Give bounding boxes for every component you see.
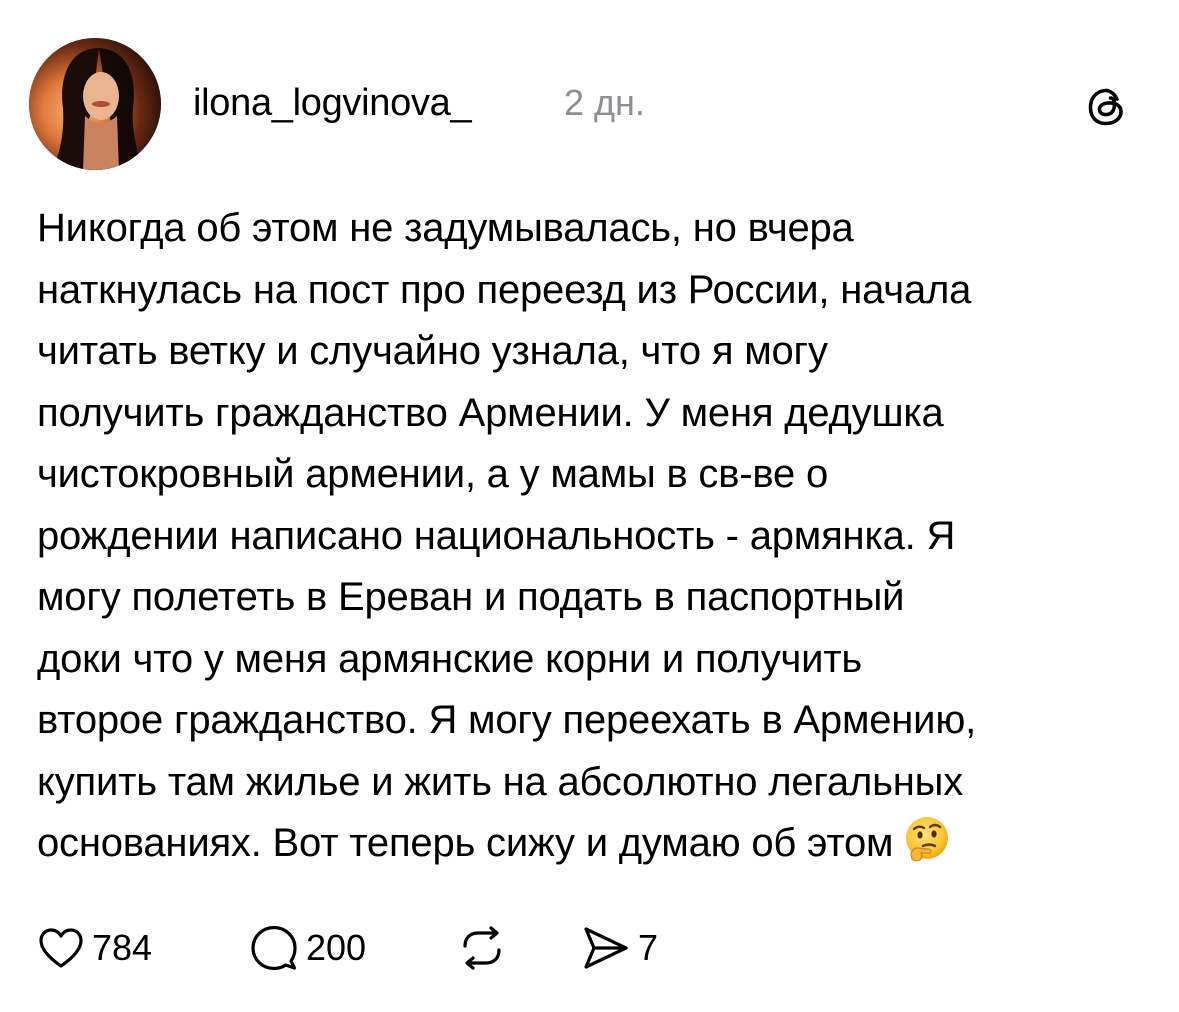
avatar[interactable] [29, 38, 161, 170]
speech-bubble-icon [251, 925, 297, 971]
post-text-line: Никогда об этом не задумывалась, но вчер… [37, 206, 854, 250]
threads-logo-icon[interactable] [1085, 85, 1129, 129]
post-text-line: второе гражданство. Я могу переехать в А… [37, 698, 977, 742]
reply-button[interactable]: 200 [250, 918, 366, 978]
post-text-line-last: основаниях. Вот теперь сижу и думаю об э… [37, 813, 1147, 875]
post-body: Никогда об этом не задумывалась, но вчер… [37, 198, 1147, 875]
post-text-line: чистокровный армении, а у мамы в св-ве о [37, 452, 829, 496]
post-text-line: рождении написано национальность - армян… [37, 513, 956, 558]
share-button[interactable]: 7 [582, 918, 658, 978]
post-text-line: основаниях. Вот теперь сижу и думаю об э… [37, 821, 894, 865]
repost-icon [463, 926, 501, 970]
threads-post: ilona_logvinova_ 2 дн. Никогда об этом н… [0, 0, 1179, 1012]
post-text-line: купить там жилье и жить на абсолютно лег… [37, 759, 963, 804]
send-icon [584, 927, 628, 969]
like-button[interactable]: 784 [38, 918, 152, 978]
reply-count: 200 [306, 927, 367, 968]
like-count: 784 [92, 927, 153, 968]
share-count: 7 [638, 927, 659, 968]
post-time: 2 дн. [564, 82, 645, 123]
post-actions: 784 200 7 [0, 918, 1179, 978]
post-text-line: наткнулась на пост про переезд из России… [37, 267, 972, 312]
post-text-line: читать ветку и случайно узнала, что я мо… [37, 329, 828, 373]
repost-button[interactable] [456, 918, 508, 978]
thinking-face-emoji [906, 817, 949, 862]
post-text-line: получить гражданство Армении. У меня дед… [37, 390, 944, 435]
username[interactable]: ilona_logvinova_ [193, 78, 472, 128]
avatar-photo [29, 38, 161, 170]
heart-icon [39, 928, 83, 968]
post-text-line: доки что у меня армянские корни и получи… [37, 636, 863, 681]
post-text-line: могу полететь в Ереван и подать в паспор… [37, 575, 905, 619]
